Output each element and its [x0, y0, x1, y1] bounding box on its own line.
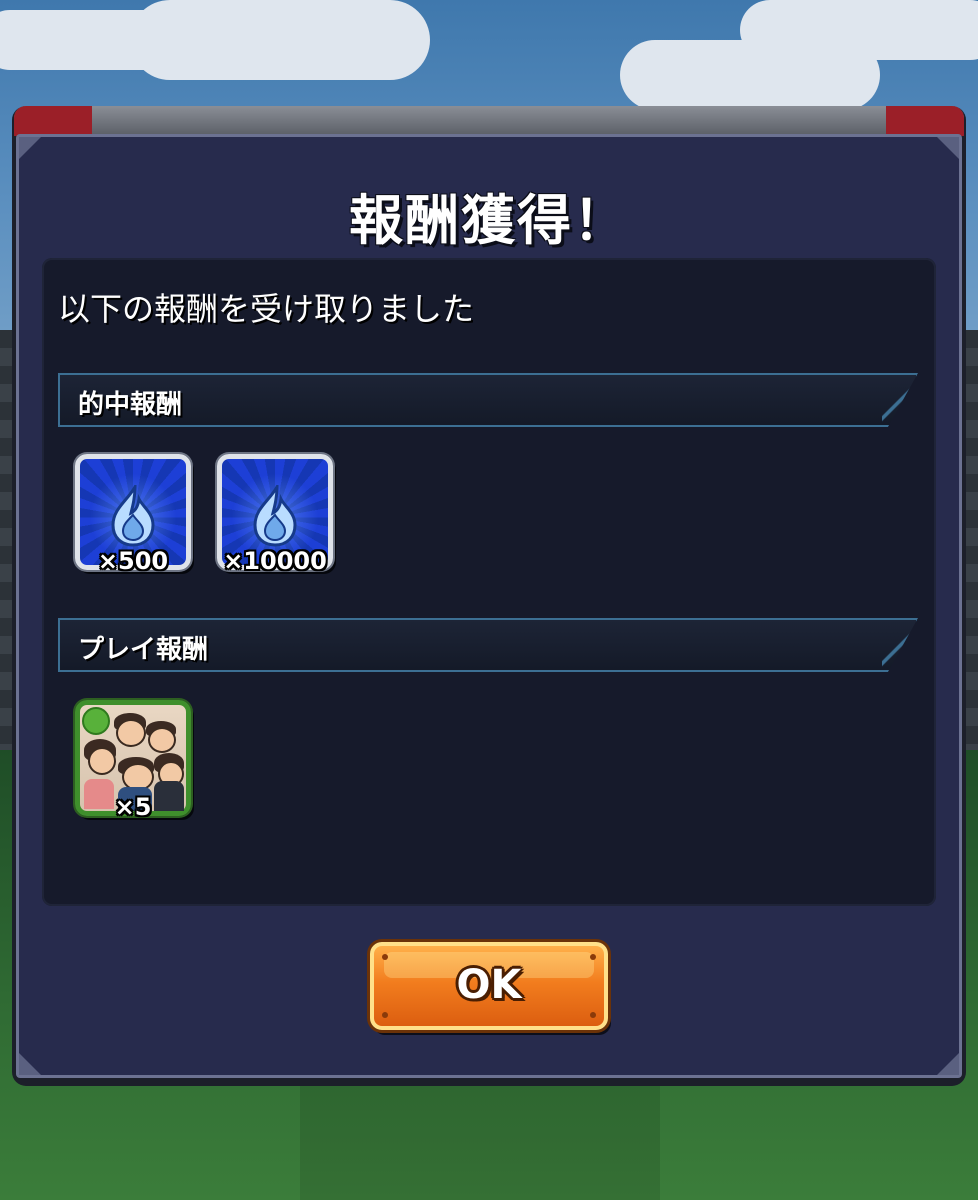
leaf-attribute-icon — [82, 707, 110, 735]
blue-flame-icon — [253, 485, 297, 547]
reward-quantity: ×5 — [114, 793, 152, 821]
dialog-subtitle: 以下の報酬を受け取りました — [58, 290, 475, 328]
dialog-corner — [19, 1053, 41, 1075]
ok-button-label: OK — [456, 962, 522, 1008]
blue-flame-icon — [111, 485, 155, 547]
button-rivet — [382, 1012, 388, 1018]
field-stripe — [300, 1080, 660, 1200]
dialog-corner — [937, 137, 959, 159]
reward-quantity: ×10000 — [223, 547, 327, 575]
button-rivet — [590, 954, 596, 960]
reward-item-blue-flame[interactable]: ×10000 — [217, 454, 333, 575]
dialog-corner — [937, 1053, 959, 1075]
dialog-corner — [19, 137, 41, 159]
dialog-top-bar-right-accent — [886, 106, 964, 136]
button-rivet — [382, 954, 388, 960]
ok-button[interactable]: OK — [370, 942, 608, 1030]
dialog-top-bar-left-accent — [14, 106, 92, 136]
cloud — [130, 0, 430, 80]
reward-item-blue-flame[interactable]: ×500 — [75, 454, 191, 575]
button-rivet — [590, 1012, 596, 1018]
reward-item-character-group[interactable]: ×5 — [75, 700, 191, 821]
reward-quantity: ×500 — [97, 547, 169, 575]
dialog-top-bar — [14, 106, 964, 136]
cloud — [740, 0, 978, 60]
section-header-hit-reward — [58, 373, 918, 427]
dialog-title: 報酬獲得！ — [349, 189, 629, 252]
section-label-play-reward: プレイ報酬 — [78, 635, 209, 665]
section-label-hit-reward: 的中報酬 — [78, 390, 183, 420]
